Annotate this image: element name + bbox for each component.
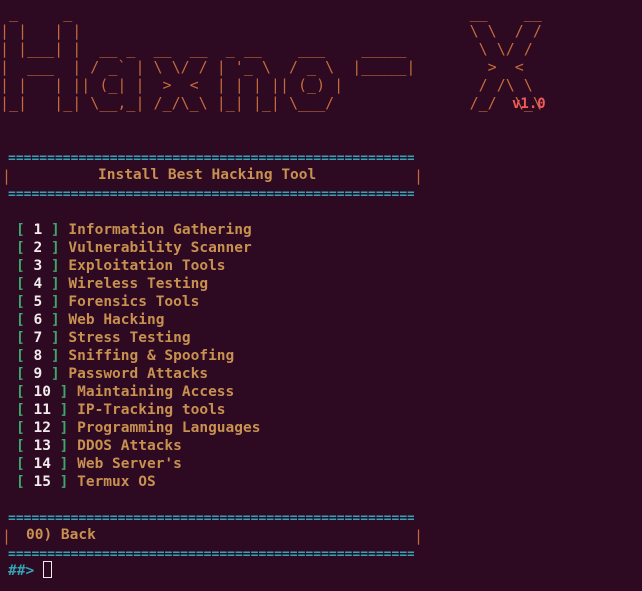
menu-item-4[interactable]: [ 4 ] Wireless Testing	[16, 275, 260, 293]
menu-item-6[interactable]: [ 6 ] Web Hacking	[16, 311, 260, 329]
footer-pipe-left: |	[2, 527, 12, 545]
menu-item-open-bracket: [	[16, 456, 25, 472]
header-rule-top: ========================================…	[8, 152, 414, 166]
menu-item-number: 2	[24, 240, 51, 256]
menu-item-8[interactable]: [ 8 ] Sniffing & Spoofing	[16, 347, 260, 365]
menu-item-open-bracket: [	[16, 330, 25, 346]
menu-item-label: Programming Languages	[68, 420, 261, 436]
menu-item-label: Forensics Tools	[59, 294, 200, 310]
menu-item-13[interactable]: [ 13 ] DDOS Attacks	[16, 437, 260, 455]
menu-item-close-bracket: ]	[50, 348, 60, 364]
menu-item-2[interactable]: [ 2 ] Vulnerability Scanner	[16, 239, 260, 257]
menu-item-open-bracket: [	[16, 366, 25, 382]
menu-item-5[interactable]: [ 5 ] Forensics Tools	[16, 293, 260, 311]
menu-item-label: Wireless Testing	[59, 276, 209, 292]
menu-item-number: 12	[24, 420, 60, 436]
input-cursor[interactable]	[43, 561, 52, 578]
header-rule-bottom: ========================================…	[8, 188, 414, 202]
menu-item-open-bracket: [	[16, 240, 25, 256]
menu-item-number: 5	[24, 294, 51, 310]
menu-item-number: 14	[24, 456, 60, 472]
menu-item-close-bracket: ]	[50, 258, 60, 274]
menu-item-label: Sniffing & Spoofing	[59, 348, 235, 364]
menu-item-11[interactable]: [ 11 ] IP-Tracking tools	[16, 401, 260, 419]
menu-item-close-bracket: ]	[50, 330, 60, 346]
menu-item-number: 8	[24, 348, 51, 364]
menu-item-label: Information Gathering	[59, 222, 252, 238]
menu-item-label: Password Attacks	[59, 366, 209, 382]
menu-item-open-bracket: [	[16, 474, 25, 490]
menu-item-label: Termux OS	[68, 474, 156, 490]
menu-item-number: 1	[24, 222, 51, 238]
menu-item-close-bracket: ]	[50, 222, 60, 238]
menu-item-7[interactable]: [ 7 ] Stress Testing	[16, 329, 260, 347]
menu-item-open-bracket: [	[16, 402, 25, 418]
menu-item-open-bracket: [	[16, 312, 25, 328]
menu-item-open-bracket: [	[16, 384, 25, 400]
menu-item-close-bracket: ]	[50, 240, 60, 256]
menu-item-label: Web Server's	[68, 456, 182, 472]
header-title: Install Best Hacking Tool	[98, 167, 317, 183]
version-label: v1.0	[512, 96, 546, 112]
menu-item-number: 6	[24, 312, 51, 328]
tool-menu: [ 1 ] Information Gathering[ 2 ] Vulnera…	[16, 221, 260, 491]
menu-item-number: 4	[24, 276, 51, 292]
footer-pipe-right: |	[414, 527, 424, 545]
footer-rule-top: ========================================…	[8, 512, 414, 526]
menu-item-1[interactable]: [ 1 ] Information Gathering	[16, 221, 260, 239]
menu-item-10[interactable]: [ 10 ] Maintaining Access	[16, 383, 260, 401]
menu-item-label: Stress Testing	[59, 330, 191, 346]
menu-item-label: Vulnerability Scanner	[59, 240, 252, 256]
menu-item-open-bracket: [	[16, 222, 25, 238]
menu-item-close-bracket: ]	[50, 294, 60, 310]
menu-item-number: 11	[24, 402, 60, 418]
terminal-window[interactable]: _ _ __ __ | | | | \ \ / / | |___| | __ _…	[0, 0, 642, 591]
menu-item-open-bracket: [	[16, 294, 25, 310]
menu-item-number: 15	[24, 474, 60, 490]
menu-item-label: Maintaining Access	[68, 384, 235, 400]
ascii-banner-text: _ _ __ __ | | | | \ \ / / | |___| | __ _…	[0, 4, 542, 112]
menu-item-12[interactable]: [ 12 ] Programming Languages	[16, 419, 260, 437]
menu-item-close-bracket: ]	[50, 276, 60, 292]
header-pipe-right: |	[414, 167, 424, 185]
menu-item-number: 3	[24, 258, 51, 274]
footer-rule-bottom: ========================================…	[8, 548, 414, 562]
menu-item-3[interactable]: [ 3 ] Exploitation Tools	[16, 257, 260, 275]
header-pipe-left: |	[2, 167, 12, 185]
menu-item-label: DDOS Attacks	[68, 438, 182, 454]
menu-item-close-bracket: ]	[50, 366, 60, 382]
menu-item-open-bracket: [	[16, 276, 25, 292]
menu-item-number: 7	[24, 330, 51, 346]
menu-item-close-bracket: ]	[50, 312, 60, 328]
menu-item-open-bracket: [	[16, 348, 25, 364]
menu-item-open-bracket: [	[16, 420, 25, 436]
menu-item-label: IP-Tracking tools	[68, 402, 226, 418]
menu-item-number: 10	[24, 384, 60, 400]
menu-item-open-bracket: [	[16, 438, 25, 454]
menu-item-number: 9	[24, 366, 51, 382]
back-option[interactable]: 00) Back	[26, 527, 96, 543]
menu-item-label: Web Hacking	[59, 312, 165, 328]
menu-item-14[interactable]: [ 14 ] Web Server's	[16, 455, 260, 473]
menu-item-9[interactable]: [ 9 ] Password Attacks	[16, 365, 260, 383]
menu-item-number: 13	[24, 438, 60, 454]
menu-item-15[interactable]: [ 15 ] Termux OS	[16, 473, 260, 491]
menu-item-open-bracket: [	[16, 258, 25, 274]
shell-prompt: ##>	[8, 563, 35, 579]
menu-item-label: Exploitation Tools	[59, 258, 226, 274]
